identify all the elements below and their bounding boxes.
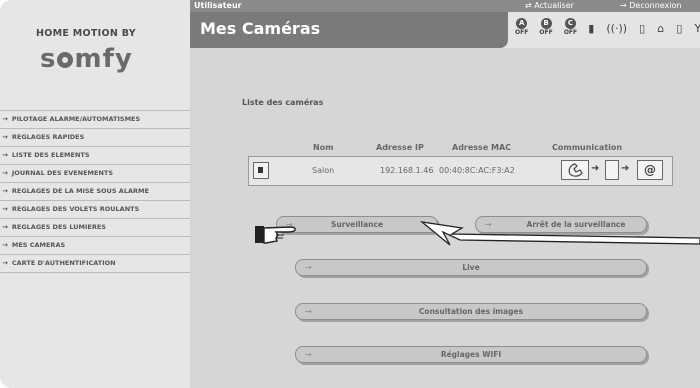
column-header-name: Nom — [313, 143, 334, 152]
camera-name: Salon — [312, 166, 335, 175]
status-indicators: A OFF B OFF C OFF ▮ ((·)) ▯ ⌂ ▯ Y — [515, 18, 700, 42]
zone-a-label: OFF — [515, 29, 529, 36]
sidebar-item-label: REGLAGES DES VOLETS ROULANTS — [11, 205, 140, 213]
phone-icon — [561, 160, 589, 180]
stop-surveillance-label: Arrêt de la surveillance — [526, 220, 626, 229]
camera-ip: 192.168.1.46 — [380, 166, 434, 175]
sidebar-item-journal[interactable]: → JOURNAL DES EVENEMENTS — [0, 164, 190, 182]
arrow-right-icon: → — [485, 220, 492, 229]
column-header-mac: Adresse MAC — [452, 143, 512, 152]
door-icon: ▯ — [639, 22, 646, 35]
arrow-right-icon: → — [2, 241, 8, 249]
zone-c-status: C OFF — [564, 18, 577, 37]
zone-a-icon: A — [516, 18, 528, 29]
camera-icon — [253, 162, 269, 179]
sidebar-nav: → PILOTAGE ALARME/AUTOMATISMES → REGLAGES … — [0, 110, 190, 273]
user-label: Utilisateur — [194, 1, 242, 10]
refresh-icon: ⇄ — [525, 1, 535, 10]
sidebar-item-label: REGLAGES RAPIDES — [11, 133, 85, 141]
sidebar-item-label: REGLAGES DES LUMIERES — [11, 223, 106, 231]
zone-b-label: OFF — [539, 29, 553, 36]
antenna-icon: Y — [694, 22, 700, 35]
sidebar-item-label: LISTE DES ELEMENTS — [11, 151, 90, 159]
sidebar: HOME MOTION BY s mfy → PILOTAGE ALARME/AUT… — [0, 0, 191, 388]
header: Mes Caméras A OFF B OFF C OFF ▮ ((·)) ▯ ⌂ ▯… — [190, 12, 700, 48]
column-header-ip: Adresse IP — [376, 143, 424, 152]
sidebar-item-cameras[interactable]: → MES CAMERAS — [0, 236, 190, 254]
arrow-right-icon: → — [2, 115, 8, 123]
sidebar-item-mise-sous-alarme[interactable]: → REGLAGES DE LA MISE SOUS ALARME — [0, 182, 190, 200]
camera-list-title: Liste des caméras — [242, 98, 324, 107]
title-bar: Mes Caméras — [190, 12, 508, 48]
live-button[interactable]: → Live — [295, 259, 647, 276]
communication-diagram: ➜ ➜ @ — [561, 160, 665, 180]
page-title: Mes Caméras — [200, 19, 321, 38]
sidebar-item-label: MES CAMERAS — [11, 241, 66, 249]
images-button[interactable]: → Consultation des images — [295, 303, 647, 320]
internet-icon: @ — [637, 160, 663, 180]
live-label: Live — [462, 263, 480, 272]
sidebar-item-reglages-rapides[interactable]: → REGLAGES RAPIDES — [0, 128, 190, 146]
radio-signal-icon: ((·)) — [606, 22, 628, 35]
sidebar-item-label: CARTE D'AUTHENTIFICATION — [11, 259, 116, 267]
arrow-right-icon: → — [2, 169, 8, 177]
wifi-label: Réglages WIFI — [440, 350, 502, 359]
images-label: Consultation des images — [418, 307, 524, 316]
zone-a-status: A OFF — [515, 18, 528, 37]
somfy-logo: s mfy — [40, 44, 133, 74]
arrow-right-icon: → — [620, 1, 630, 10]
sidebar-item-pilotage[interactable]: → PILOTAGE ALARME/AUTOMATISMES — [0, 110, 190, 128]
surveillance-label: Surveillance — [330, 220, 384, 229]
arrow-right-icon: ➜ — [621, 163, 630, 174]
zone-c-label: OFF — [563, 29, 578, 36]
arrow-right-icon: → — [2, 205, 8, 213]
arrow-right-icon: ➜ — [591, 163, 600, 174]
sidebar-item-volets[interactable]: → REGLAGES DES VOLETS ROULANTS — [0, 200, 190, 218]
battery-icon: ▮ — [588, 22, 595, 35]
app-frame: HOME MOTION BY s mfy → PILOTAGE ALARME/AUT… — [0, 0, 700, 388]
zone-b-icon: B — [540, 18, 552, 29]
refresh-label: Actualiser — [534, 1, 574, 10]
zone-b-status: B OFF — [539, 18, 553, 37]
sidebar-item-label: PILOTAGE ALARME/AUTOMATISMES — [11, 115, 141, 123]
arrow-right-icon: → — [2, 259, 8, 267]
camera-icon — [605, 160, 619, 180]
sidebar-item-lumieres[interactable]: → REGLAGES DES LUMIERES — [0, 218, 190, 236]
sidebar-item-liste-elements[interactable]: → LISTE DES ELEMENTS — [0, 146, 190, 164]
logout-link[interactable]: → Deconnexion — [620, 0, 681, 12]
home-icon: ⌂ — [657, 22, 665, 35]
stop-surveillance-button[interactable]: → Arrêt de la surveillance — [475, 216, 647, 233]
camera-row[interactable]: Salon 192.168.1.46 00:40:8C:AC:F3:A2 ➜ ➜… — [248, 156, 673, 186]
arrow-right-icon: → — [2, 133, 8, 141]
phone-handset-icon — [568, 163, 583, 177]
surveillance-button[interactable]: → Surveillance — [276, 216, 438, 233]
camera-mac: 00:40:8C:AC:F3:A2 — [439, 166, 515, 175]
arrow-right-icon: → — [2, 151, 8, 159]
refresh-link[interactable]: ⇄ Actualiser — [525, 0, 574, 12]
main-panel: Liste des caméras Nom Adresse IP Adresse… — [190, 48, 700, 388]
arrow-right-icon: → — [2, 187, 8, 195]
column-header-communication: Communication — [552, 143, 623, 152]
top-bar: Utilisateur ⇄ Actualiser → Deconnexion — [190, 0, 700, 12]
logo-dot-icon — [57, 52, 74, 68]
brand-tagline: HOME MOTION BY — [36, 28, 136, 39]
zone-c-icon: C — [564, 18, 576, 29]
wifi-button[interactable]: → Réglages WIFI — [295, 346, 647, 363]
sidebar-item-carte-auth[interactable]: → CARTE D'AUTHENTIFICATION — [0, 254, 190, 273]
logout-label: Deconnexion — [629, 1, 682, 10]
sidebar-item-label: JOURNAL DES EVENEMENTS — [11, 169, 114, 177]
sidebar-item-label: REGLAGES DE LA MISE SOUS ALARME — [11, 187, 149, 195]
window-icon: ▯ — [676, 22, 683, 35]
pointing-hand-icon — [255, 226, 296, 244]
arrow-right-icon: → — [2, 223, 8, 231]
